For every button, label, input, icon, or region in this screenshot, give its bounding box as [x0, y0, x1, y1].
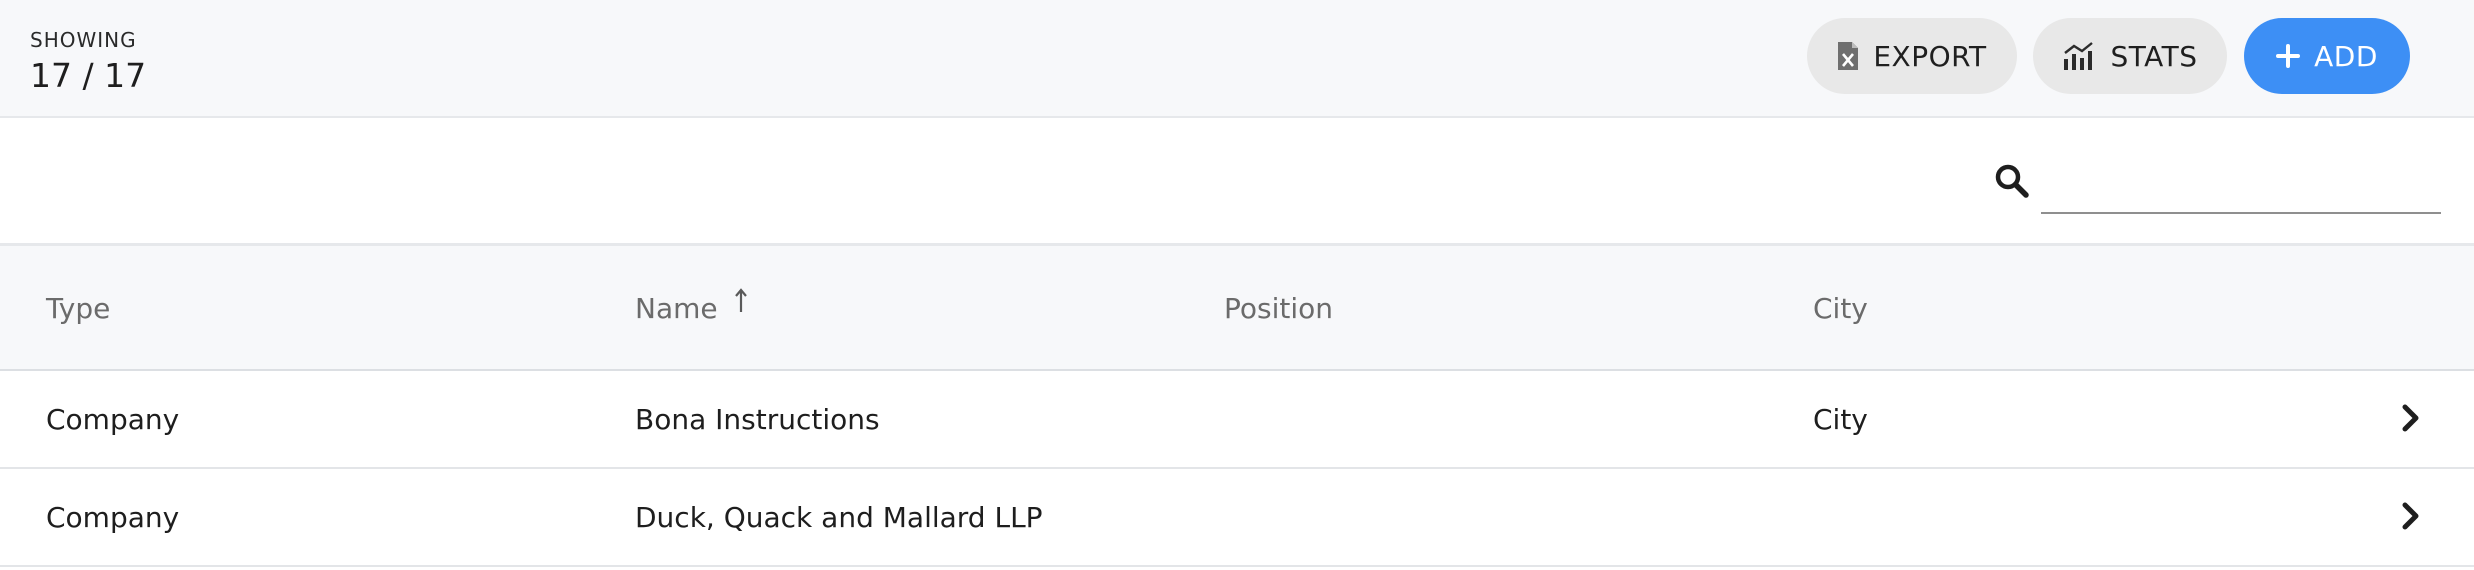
add-button[interactable]: ADD [2244, 18, 2410, 94]
column-header-name[interactable]: Name [635, 288, 748, 325]
cell-type: Company [46, 501, 180, 534]
table-row[interactable]: Company Duck, Quack and Mallard LLP [0, 469, 2474, 567]
cell-name: Duck, Quack and Mallard LLP [635, 501, 1043, 534]
column-header-type[interactable]: Type [46, 292, 110, 325]
plus-icon [2276, 44, 2301, 68]
column-header-type-label: Type [46, 292, 111, 325]
stats-button[interactable]: STATS [2033, 18, 2227, 94]
column-header-name-label: Name [635, 292, 718, 325]
table-row[interactable]: Company Bona Instructions City [0, 371, 2474, 469]
cell-name: Bona Instructions [635, 403, 880, 436]
export-button-label: EXPORT [1873, 39, 1987, 73]
table-header: Type Name Position City [0, 246, 2474, 371]
chevron-right-icon[interactable] [2400, 501, 2422, 535]
bar-chart-icon [2062, 41, 2096, 71]
cell-city: City [1813, 403, 1868, 436]
record-count: SHOWING 17 / 17 [30, 28, 146, 95]
add-button-label: ADD [2314, 39, 2378, 73]
chevron-right-icon[interactable] [2400, 403, 2422, 437]
column-header-city[interactable]: City [1813, 292, 1868, 325]
cell-type: Company [46, 403, 180, 436]
export-button[interactable]: EXPORT [1807, 18, 2017, 94]
showing-count: 17 / 17 [30, 56, 147, 95]
search-icon[interactable] [1994, 163, 2030, 203]
stats-button-label: STATS [2110, 39, 2198, 73]
arrow-up-icon [734, 288, 748, 321]
column-header-city-label: City [1813, 292, 1868, 325]
column-header-position[interactable]: Position [1224, 292, 1333, 325]
search-bar [0, 118, 2474, 246]
top-toolbar: SHOWING 17 / 17 EXPORT STATS ADD [0, 0, 2474, 118]
column-header-position-label: Position [1224, 292, 1334, 325]
showing-label: SHOWING [30, 28, 137, 52]
search-input[interactable] [2041, 156, 2441, 214]
excel-file-icon [1837, 41, 1859, 71]
